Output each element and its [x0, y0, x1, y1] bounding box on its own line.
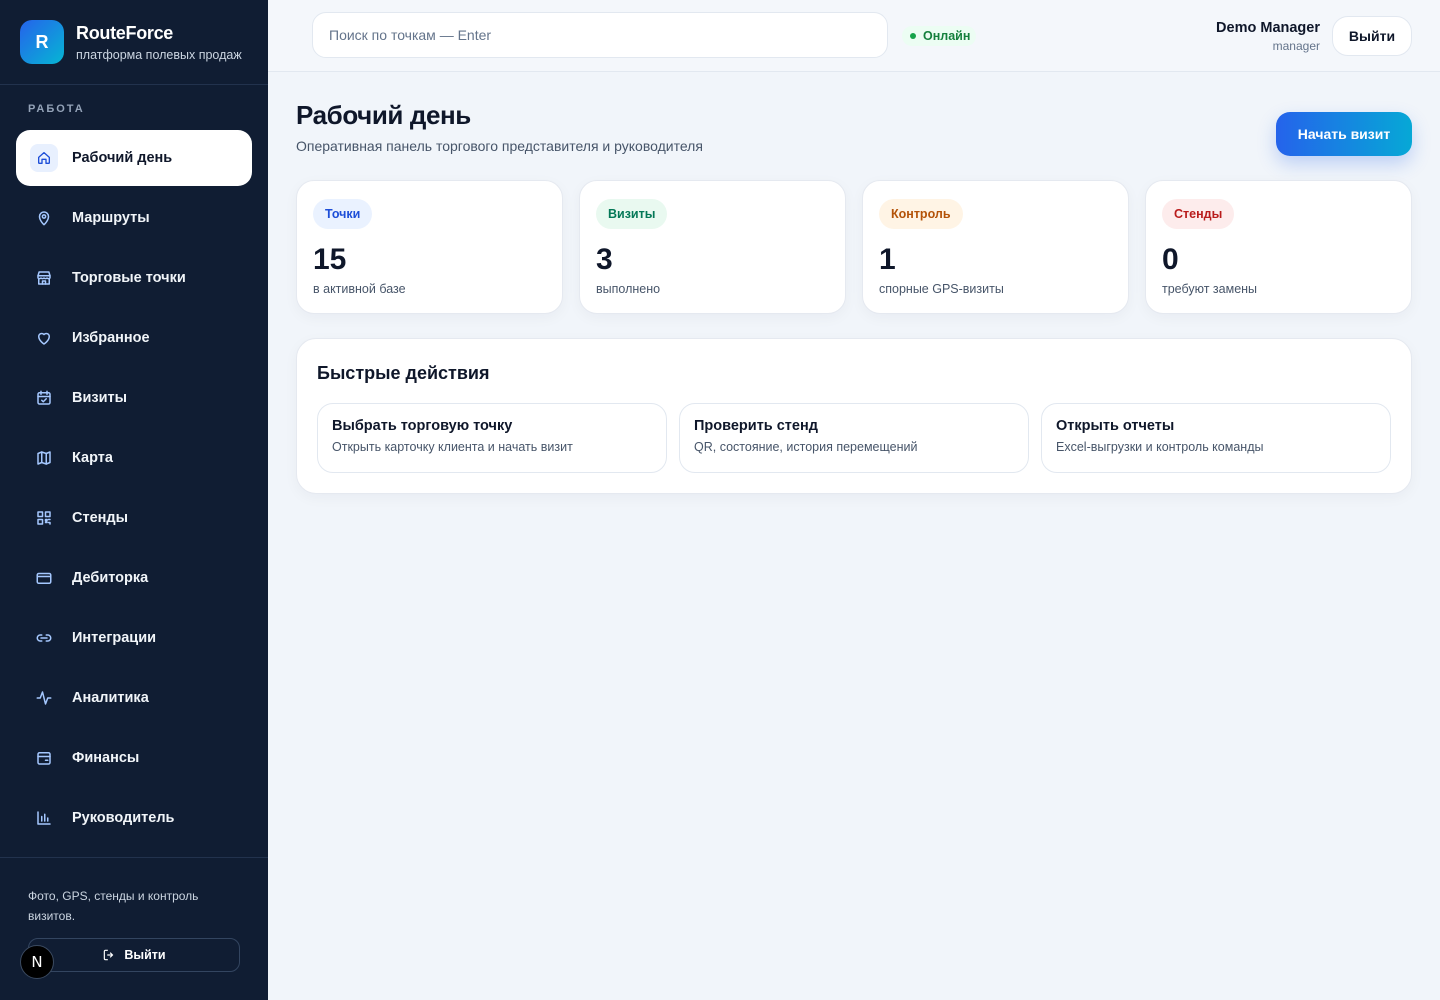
bar-chart-icon — [34, 808, 54, 828]
stat-card-control[interactable]: Контроль 1 спорные GPS-визиты — [862, 180, 1129, 314]
start-visit-button[interactable]: Начать визит — [1276, 112, 1412, 156]
stat-caption: в активной базе — [313, 282, 406, 296]
quick-action-subtitle: Открыть карточку клиента и начать визит — [332, 440, 573, 454]
sidebar-item-label: Стенды — [72, 510, 128, 526]
stat-value: 15 — [313, 243, 347, 276]
brand-name: RouteForce — [76, 22, 174, 43]
stat-card-outlets[interactable]: Точки 15 в активной базе — [296, 180, 563, 314]
n-badge-letter: N — [31, 953, 43, 971]
stat-card-stands[interactable]: Стенды 0 требуют замены — [1145, 180, 1412, 314]
sidebar-item-favorites[interactable]: Избранное — [16, 310, 252, 366]
page-title: Рабочий день — [296, 100, 471, 130]
stat-badge: Контроль — [879, 199, 963, 229]
stat-value: 1 — [879, 243, 896, 276]
sidebar-divider — [0, 84, 268, 85]
page-subtitle: Оперативная панель торгового представите… — [296, 138, 703, 154]
sidebar-item-manager[interactable]: Руководитель — [16, 790, 252, 846]
sidebar-item-label: Рабочий день — [72, 150, 173, 166]
stat-badge: Стенды — [1162, 199, 1235, 229]
stat-badge: Точки — [313, 199, 373, 229]
sidebar-item-label: Интеграции — [72, 630, 157, 646]
brand-subtitle: платформа полевых продаж — [76, 47, 242, 62]
sidebar-item-map[interactable]: Карта — [16, 430, 252, 486]
online-status-badge: Онлайн — [902, 26, 977, 46]
sidebar-footer-text: Фото, GPS, стенды и контроль визитов. — [28, 889, 199, 923]
sidebar-logout-button[interactable]: Выйти — [28, 938, 240, 972]
sidebar-item-receivables[interactable]: Дебиторка — [16, 550, 252, 606]
sidebar-item-visits[interactable]: Визиты — [16, 370, 252, 426]
sidebar-item-label: Визиты — [72, 390, 127, 406]
sidebar-item-label: Аналитика — [72, 690, 149, 706]
logout-icon — [104, 949, 114, 961]
brand-logo: R — [20, 20, 64, 64]
quick-action-title: Проверить стенд — [694, 418, 818, 434]
sidebar-item-label: Маршруты — [72, 210, 150, 226]
sidebar-item-finance[interactable]: Финансы — [16, 730, 252, 786]
sidebar-logout-label: Выйти — [124, 948, 166, 962]
sidebar-section-label: РАБОТА — [28, 103, 85, 115]
user-name: Demo Manager — [1216, 20, 1320, 36]
heart-icon — [34, 328, 54, 348]
quick-action-check-stand[interactable]: Проверить стенд QR, состояние, история п… — [679, 403, 1029, 473]
calendar-check-icon — [34, 388, 54, 408]
sidebar-item-integrations[interactable]: Интеграции — [16, 610, 252, 666]
sidebar-item-outlets[interactable]: Торговые точки — [16, 250, 252, 306]
sidebar-item-stands[interactable]: Стенды — [16, 490, 252, 546]
n-badge-icon[interactable]: N — [20, 945, 54, 979]
stat-caption: выполнено — [596, 282, 661, 296]
sidebar-item-routes[interactable]: Маршруты — [16, 190, 252, 246]
link-icon — [34, 628, 54, 648]
sidebar-item-label: Торговые точки — [72, 270, 186, 286]
quick-action-subtitle: QR, состояние, история перемещений — [694, 440, 918, 454]
activity-icon — [34, 688, 54, 708]
topbar: Онлайн Demo Manager manager Выйти — [268, 0, 1440, 72]
logout-button[interactable]: Выйти — [1332, 16, 1412, 56]
qr-code-icon — [34, 508, 54, 528]
sidebar-item-label: Карта — [72, 450, 113, 466]
sidebar-item-workday[interactable]: Рабочий день — [16, 130, 252, 186]
stat-card-visits[interactable]: Визиты 3 выполнено — [579, 180, 846, 314]
sidebar-item-label: Руководитель — [72, 810, 175, 826]
status-dot-icon — [910, 33, 916, 39]
online-status-label: Онлайн — [923, 29, 971, 43]
user-role: manager — [1272, 39, 1320, 53]
stat-caption: спорные GPS-визиты — [879, 282, 1004, 296]
brand: R RouteForce платформа полевых продаж — [20, 20, 242, 64]
stat-caption: требуют замены — [1162, 282, 1258, 296]
quick-actions-panel: Быстрые действия Выбрать торговую точку … — [296, 338, 1412, 494]
user-info: Demo Manager manager — [1216, 20, 1320, 53]
sidebar-divider — [0, 857, 268, 858]
quick-action-title: Открыть отчеты — [1056, 418, 1175, 434]
stat-value: 0 — [1162, 243, 1179, 276]
stat-value: 3 — [596, 243, 613, 276]
sidebar-item-label: Избранное — [72, 330, 150, 346]
sidebar-item-label: Финансы — [72, 750, 140, 766]
map-pin-icon — [34, 208, 54, 228]
wallet-icon — [34, 748, 54, 768]
quick-action-select-outlet[interactable]: Выбрать торговую точку Открыть карточку … — [317, 403, 667, 473]
credit-card-icon — [34, 568, 54, 588]
sidebar-item-analytics[interactable]: Аналитика — [16, 670, 252, 726]
home-icon — [30, 144, 58, 172]
quick-action-title: Выбрать торговую точку — [332, 418, 513, 434]
stat-badge: Визиты — [596, 199, 668, 229]
map-icon — [34, 448, 54, 468]
search-input[interactable] — [312, 12, 888, 58]
store-icon — [34, 268, 54, 288]
quick-action-subtitle: Excel-выгрузки и контроль команды — [1056, 440, 1264, 454]
sidebar-item-label: Дебиторка — [72, 570, 149, 586]
sidebar-nav: Рабочий день Маршруты Торговые точки Изб… — [16, 130, 252, 850]
quick-action-open-reports[interactable]: Открыть отчеты Excel-выгрузки и контроль… — [1041, 403, 1391, 473]
quick-actions-title: Быстрые действия — [317, 363, 490, 383]
sidebar: R RouteForce платформа полевых продаж РА… — [0, 0, 268, 1000]
